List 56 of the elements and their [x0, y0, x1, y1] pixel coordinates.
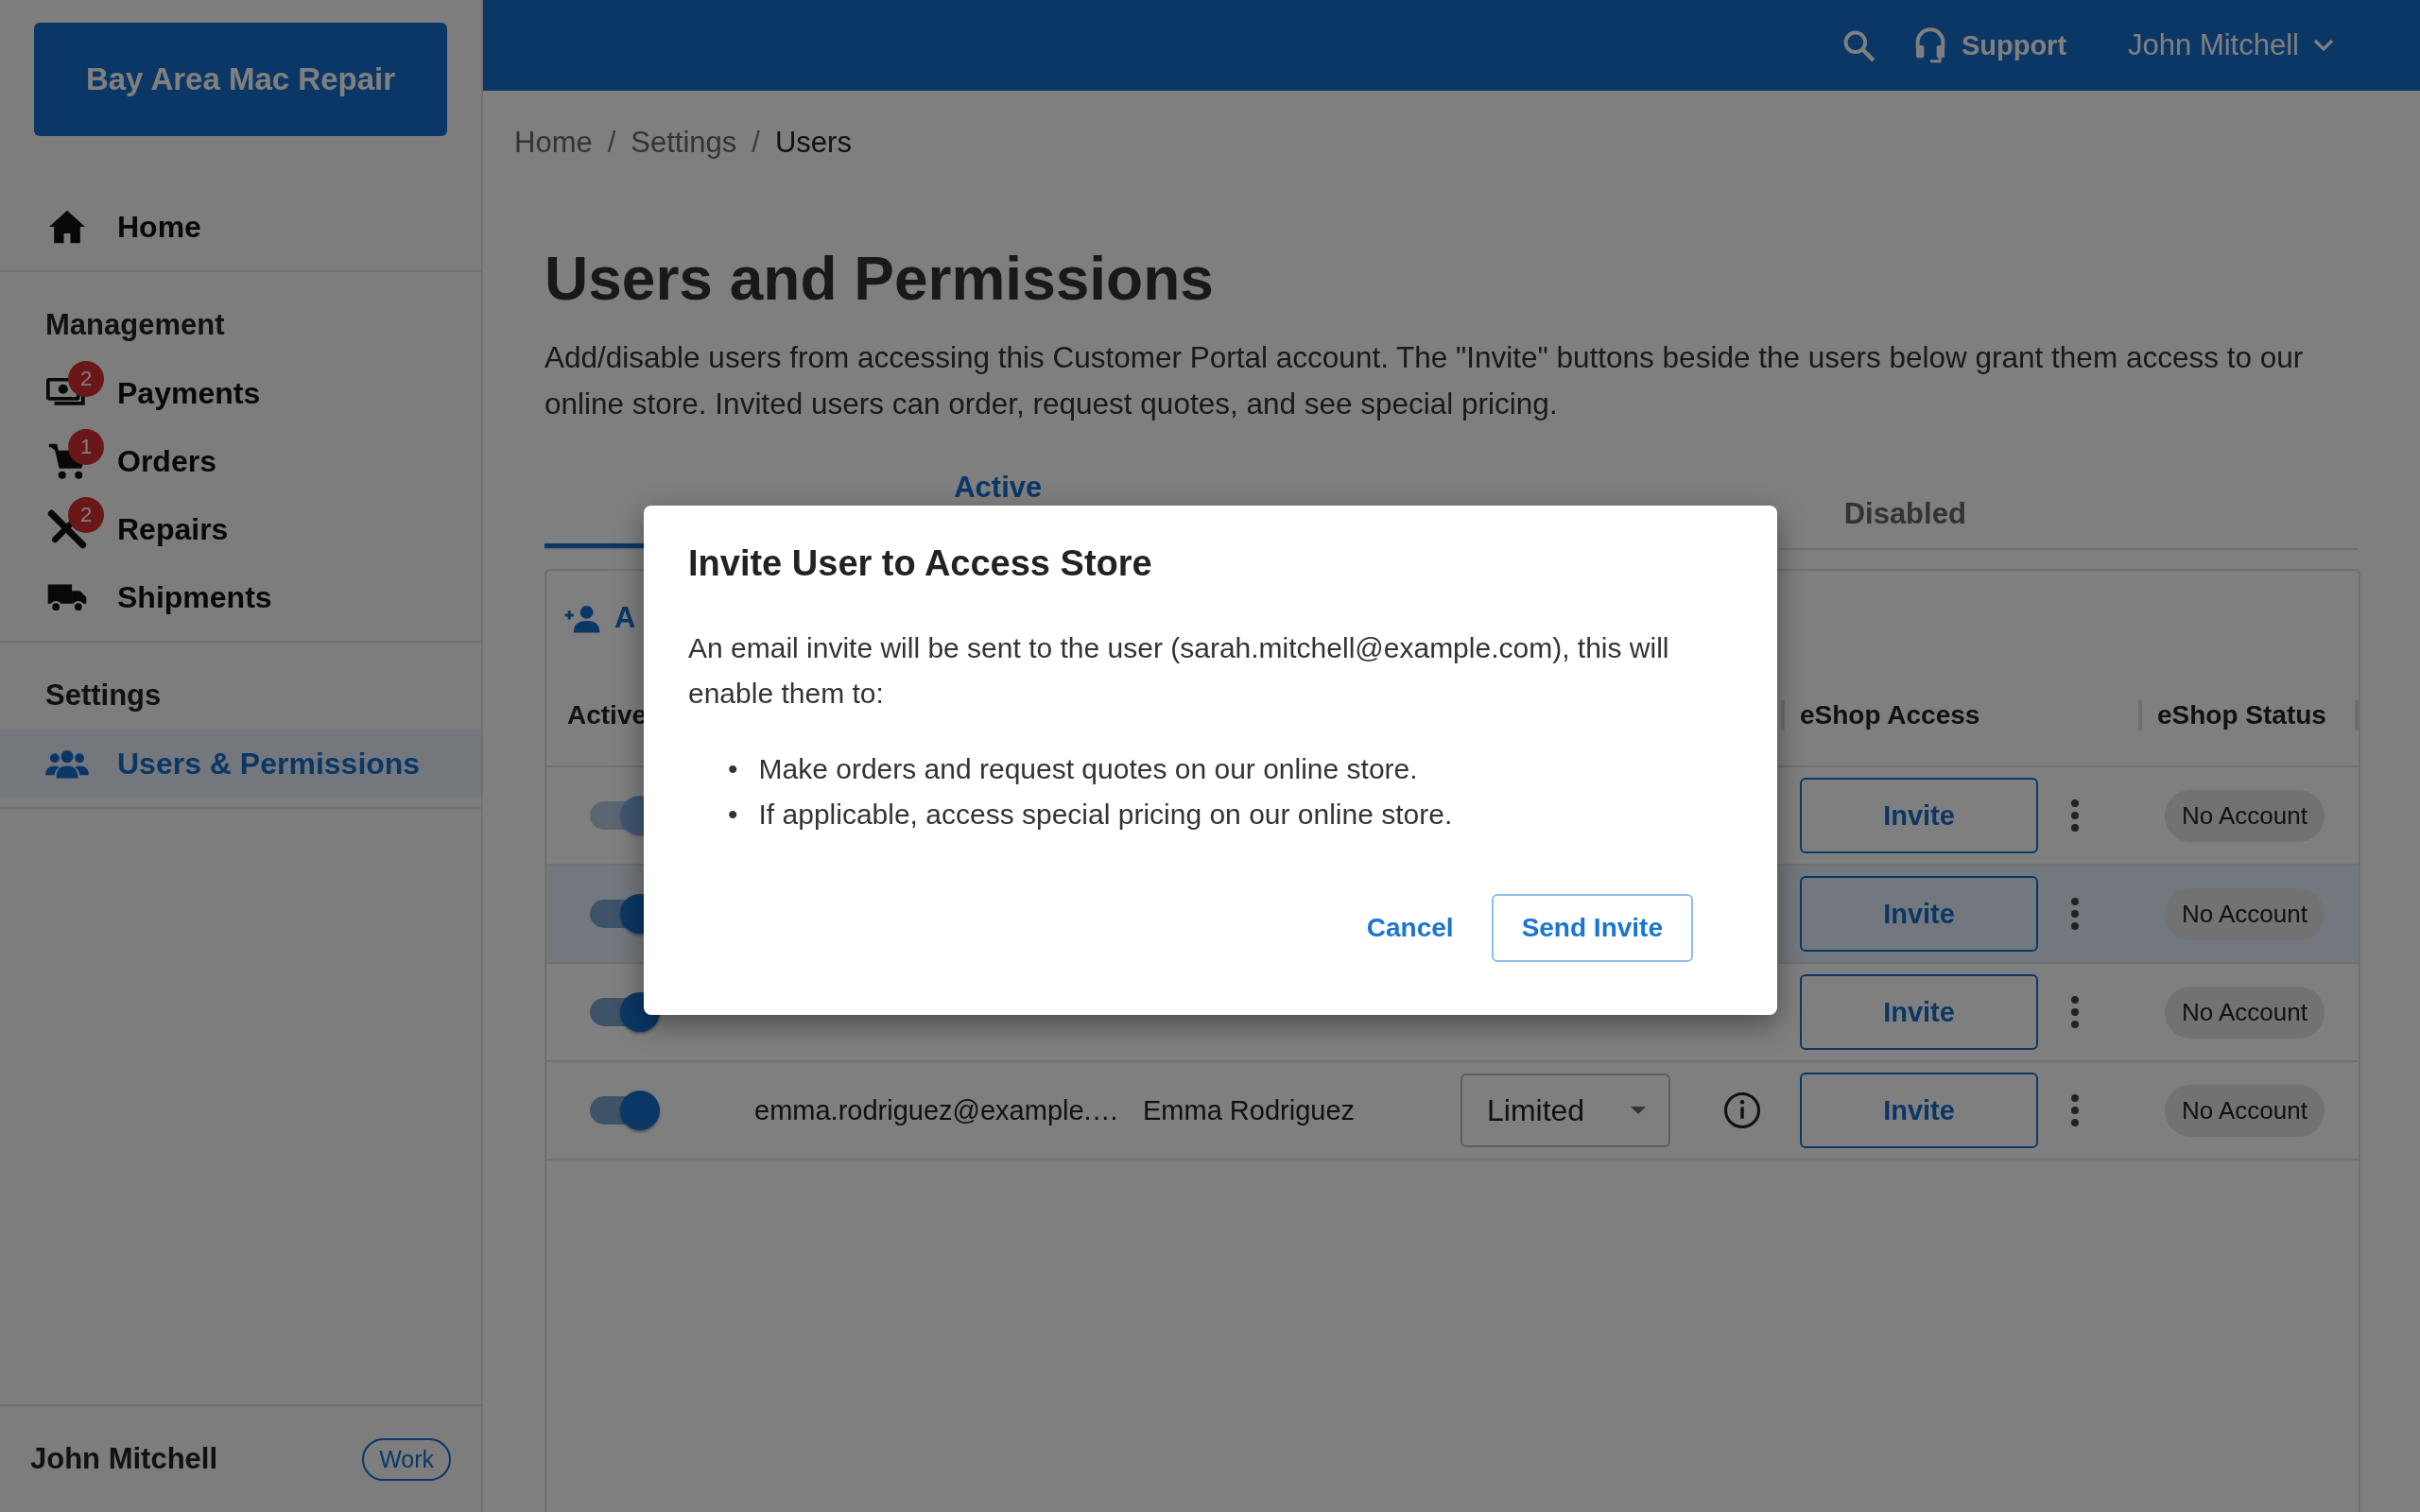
bullet-item: If applicable, access special pricing on our online store. — [758, 799, 1453, 830]
nav-item[interactable]: 2 Repairs — [0, 495, 481, 563]
dialog-text: An email invite will be sent to the user (sarah.mitchell@example.com), this will enable them to: — [688, 631, 1670, 711]
breadcrumb-link[interactable]: Home — [514, 126, 593, 160]
status-chip: No Account — [2165, 887, 2325, 940]
dialog-title: Invite User to Access Store — [688, 543, 1153, 584]
user-menu[interactable]: John Mitchell — [2128, 28, 2335, 62]
column-header: Active — [567, 700, 648, 730]
column-header: eShop Status — [2138, 700, 2359, 730]
count-badge: 1 — [68, 429, 104, 465]
status-chip: No Account — [2165, 1084, 2325, 1137]
section-title: Management — [44, 307, 226, 343]
page-description: Add/disable users from accessing this Customer Portal account. The "Invite" buttons beside the users below grant them access to our online store. Invited users can order, request quotes, and see special pricing. — [544, 339, 2305, 422]
send-button[interactable]: Send Invite — [1491, 894, 1693, 962]
users-icon — [45, 748, 89, 779]
page-title: Users and Permissions — [544, 244, 1215, 314]
breadcrumb-separator: / — [752, 126, 760, 160]
nav-item[interactable]: 1 Orders — [0, 427, 481, 495]
breadcrumb-link[interactable]: Users — [774, 126, 852, 160]
bullet-mark: • — [728, 799, 738, 830]
account-tag: Work — [362, 1437, 451, 1481]
name-cell: Emma Rodriguez — [1143, 1094, 1356, 1126]
home-icon — [47, 209, 87, 245]
email-cell: emma.rodriguez@example.… — [754, 1094, 1119, 1126]
section-title: Settings — [44, 678, 163, 713]
user-name: John Mitchell — [30, 1442, 218, 1476]
column-header: eShop Access — [1781, 700, 2138, 730]
more-icon[interactable] — [2070, 897, 2080, 931]
info-icon[interactable] — [1722, 1091, 1762, 1130]
nav-item[interactable]: Shipments — [0, 563, 481, 631]
invite-button[interactable]: Invite — [1800, 876, 2038, 952]
bullet-item: Make orders and request quotes on our online store. — [758, 753, 1418, 784]
caret-icon — [1629, 1105, 1648, 1116]
truck-icon — [46, 581, 88, 613]
nav-item[interactable]: Users & Permissions — [0, 730, 481, 798]
chevron-down-icon — [2312, 38, 2335, 53]
bullet-mark: • — [728, 753, 738, 784]
nav-item[interactable]: Home — [0, 193, 481, 261]
invite-button[interactable]: Invite — [1800, 974, 2038, 1050]
breadcrumb-link[interactable]: Settings — [631, 126, 737, 160]
role-select[interactable]: Limited — [1461, 1074, 1670, 1147]
status-chip: No Account — [2165, 789, 2325, 842]
more-icon[interactable] — [2070, 1093, 2080, 1127]
headset-icon — [1913, 26, 1946, 64]
status-chip: No Account — [2165, 986, 2325, 1039]
cancel-button[interactable]: Cancel — [1360, 894, 1460, 962]
breadcrumb-separator: / — [607, 126, 616, 160]
count-badge: 2 — [68, 497, 104, 533]
invite-button[interactable]: Invite — [1800, 1073, 2038, 1148]
add-person-icon — [563, 603, 601, 633]
more-icon[interactable] — [2070, 995, 2080, 1029]
nav-item[interactable]: 2 Payments — [0, 359, 481, 427]
support-link[interactable]: Support — [1913, 26, 2067, 64]
add-user-button[interactable]: A — [563, 601, 636, 635]
logo[interactable]: Bay Area Mac Repair — [34, 23, 447, 136]
count-badge: 2 — [68, 361, 104, 397]
